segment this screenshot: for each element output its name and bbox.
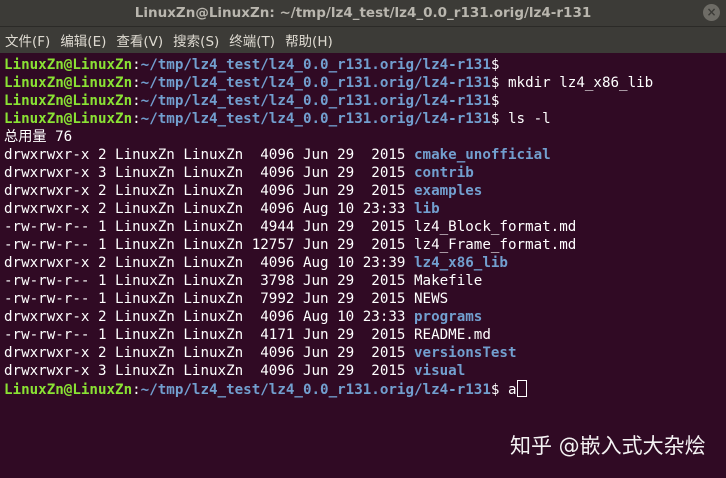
listing-row: drwxrwxr-x 2 LinuxZn LinuxZn 4096 Jun 29… — [4, 182, 722, 200]
command-text: mkdir lz4_x86_lib — [507, 75, 654, 91]
terminal-window: LinuxZn@LinuxZn: ~/tmp/lz4_test/lz4_0.0_… — [0, 0, 726, 478]
prompt-line: LinuxZn@LinuxZn:~/tmp/lz4_test/lz4_0.0_r… — [4, 56, 722, 74]
listing-meta: drwxrwxr-x 2 LinuxZn LinuxZn 4096 Aug 10… — [4, 309, 414, 325]
terminal-output[interactable]: LinuxZn@LinuxZn:~/tmp/lz4_test/lz4_0.0_r… — [4, 56, 722, 474]
listing-row: drwxrwxr-x 2 LinuxZn LinuxZn 4096 Aug 10… — [4, 254, 722, 272]
listing-name: cmake_unofficial — [414, 147, 551, 163]
prompt-symbol: $ — [490, 57, 500, 73]
listing-row: drwxrwxr-x 3 LinuxZn LinuxZn 4096 Jun 29… — [4, 362, 722, 380]
menu-search[interactable]: 搜索(S) — [173, 30, 219, 50]
menu-file[interactable]: 文件(F) — [5, 30, 50, 50]
listing-row: drwxrwxr-x 3 LinuxZn LinuxZn 4096 Jun 29… — [4, 164, 722, 182]
close-icon[interactable]: × — [703, 4, 720, 21]
listing-row: -rw-rw-r-- 1 LinuxZn LinuxZn 3798 Jun 29… — [4, 272, 722, 290]
command-text: ls -l — [507, 111, 551, 127]
listing-name: examples — [414, 183, 483, 199]
prompt-user: LinuxZn@LinuxZn — [4, 93, 133, 109]
listing-row: -rw-rw-r-- 1 LinuxZn LinuxZn 12757 Jun 2… — [4, 236, 722, 254]
listing-meta: drwxrwxr-x 2 LinuxZn LinuxZn 4096 Jun 29… — [4, 345, 414, 361]
prompt-path: ~/tmp/lz4_test/lz4_0.0_r131.orig/lz4-r13… — [140, 111, 491, 127]
listing-meta: -rw-rw-r-- 1 LinuxZn LinuxZn 12757 Jun 2… — [4, 237, 414, 253]
menu-bar: 文件(F) 编辑(E) 查看(V) 搜索(S) 终端(T) 帮助(H) — [0, 27, 726, 53]
prompt-separator: : — [132, 75, 141, 91]
listing-name: Makefile — [414, 273, 483, 289]
listing-name: versionsTest — [414, 345, 517, 361]
prompt-path: ~/tmp/lz4_test/lz4_0.0_r131.orig/lz4-r13… — [140, 57, 491, 73]
prompt-user: LinuxZn@LinuxZn — [4, 75, 133, 91]
listing-name: lz4_x86_lib — [414, 255, 508, 271]
total-line: 总用量 76 — [4, 129, 73, 145]
listing-meta: -rw-rw-r-- 1 LinuxZn LinuxZn 4944 Jun 29… — [4, 219, 414, 235]
prompt-path: ~/tmp/lz4_test/lz4_0.0_r131.orig/lz4-r13… — [140, 93, 491, 109]
window-title: LinuxZn@LinuxZn: ~/tmp/lz4_test/lz4_0.0_… — [134, 5, 592, 21]
listing-meta: -rw-rw-r-- 1 LinuxZn LinuxZn 3798 Jun 29… — [4, 273, 414, 289]
listing-row: drwxrwxr-x 2 LinuxZn LinuxZn 4096 Jun 29… — [4, 146, 722, 164]
listing-name: visual — [414, 363, 466, 379]
listing-row: drwxrwxr-x 2 LinuxZn LinuxZn 4096 Aug 10… — [4, 308, 722, 326]
listing-meta: drwxrwxr-x 3 LinuxZn LinuxZn 4096 Jun 29… — [4, 363, 414, 379]
listing-name: lz4_Block_format.md — [414, 219, 577, 235]
prompt-line: LinuxZn@LinuxZn:~/tmp/lz4_test/lz4_0.0_r… — [4, 92, 722, 110]
menu-view[interactable]: 查看(V) — [116, 30, 163, 50]
title-bar[interactable]: LinuxZn@LinuxZn: ~/tmp/lz4_test/lz4_0.0_… — [0, 0, 726, 27]
listing-meta: drwxrwxr-x 2 LinuxZn LinuxZn 4096 Jun 29… — [4, 183, 414, 199]
listing-name: README.md — [414, 327, 491, 343]
listing-meta: -rw-rw-r-- 1 LinuxZn LinuxZn 7992 Jun 29… — [4, 291, 414, 307]
prompt-separator: : — [132, 93, 141, 109]
prompt-user: LinuxZn@LinuxZn — [4, 382, 133, 398]
command-input[interactable]: a — [508, 382, 517, 398]
prompt-path: ~/tmp/lz4_test/lz4_0.0_r131.orig/lz4-r13… — [140, 382, 491, 398]
prompt-separator: : — [132, 111, 141, 127]
prompt-line[interactable]: LinuxZn@LinuxZn:~/tmp/lz4_test/lz4_0.0_r… — [4, 380, 722, 398]
watermark: 知乎 @嵌入式大杂烩 — [510, 434, 706, 458]
prompt-symbol: $ — [490, 93, 500, 109]
prompt-line: LinuxZn@LinuxZn:~/tmp/lz4_test/lz4_0.0_r… — [4, 110, 722, 128]
text-cursor — [516, 380, 527, 397]
prompt-separator: : — [132, 57, 141, 73]
listing-name: contrib — [414, 165, 474, 181]
prompt-line: LinuxZn@LinuxZn:~/tmp/lz4_test/lz4_0.0_r… — [4, 74, 722, 92]
listing-meta: drwxrwxr-x 2 LinuxZn LinuxZn 4096 Aug 10… — [4, 201, 414, 217]
menu-terminal[interactable]: 终端(T) — [229, 30, 275, 50]
listing-row: -rw-rw-r-- 1 LinuxZn LinuxZn 4944 Jun 29… — [4, 218, 722, 236]
listing-name: programs — [414, 309, 483, 325]
listing-name: lib — [414, 201, 440, 217]
listing-meta: drwxrwxr-x 3 LinuxZn LinuxZn 4096 Jun 29… — [4, 165, 414, 181]
listing-row: -rw-rw-r-- 1 LinuxZn LinuxZn 7992 Jun 29… — [4, 290, 722, 308]
menu-edit[interactable]: 编辑(E) — [60, 30, 106, 50]
prompt-separator: : — [132, 382, 141, 398]
menu-help[interactable]: 帮助(H) — [285, 30, 333, 50]
listing-meta: -rw-rw-r-- 1 LinuxZn LinuxZn 4171 Jun 29… — [4, 327, 414, 343]
listing-meta: drwxrwxr-x 2 LinuxZn LinuxZn 4096 Jun 29… — [4, 147, 414, 163]
listing-name: NEWS — [414, 291, 449, 307]
listing-meta: drwxrwxr-x 2 LinuxZn LinuxZn 4096 Aug 10… — [4, 255, 414, 271]
listing-row: -rw-rw-r-- 1 LinuxZn LinuxZn 4171 Jun 29… — [4, 326, 722, 344]
prompt-user: LinuxZn@LinuxZn — [4, 57, 133, 73]
listing-row: drwxrwxr-x 2 LinuxZn LinuxZn 4096 Jun 29… — [4, 344, 722, 362]
listing-row: drwxrwxr-x 2 LinuxZn LinuxZn 4096 Aug 10… — [4, 200, 722, 218]
prompt-path: ~/tmp/lz4_test/lz4_0.0_r131.orig/lz4-r13… — [140, 75, 491, 91]
listing-name: lz4_Frame_format.md — [414, 237, 577, 253]
prompt-user: LinuxZn@LinuxZn — [4, 111, 133, 127]
